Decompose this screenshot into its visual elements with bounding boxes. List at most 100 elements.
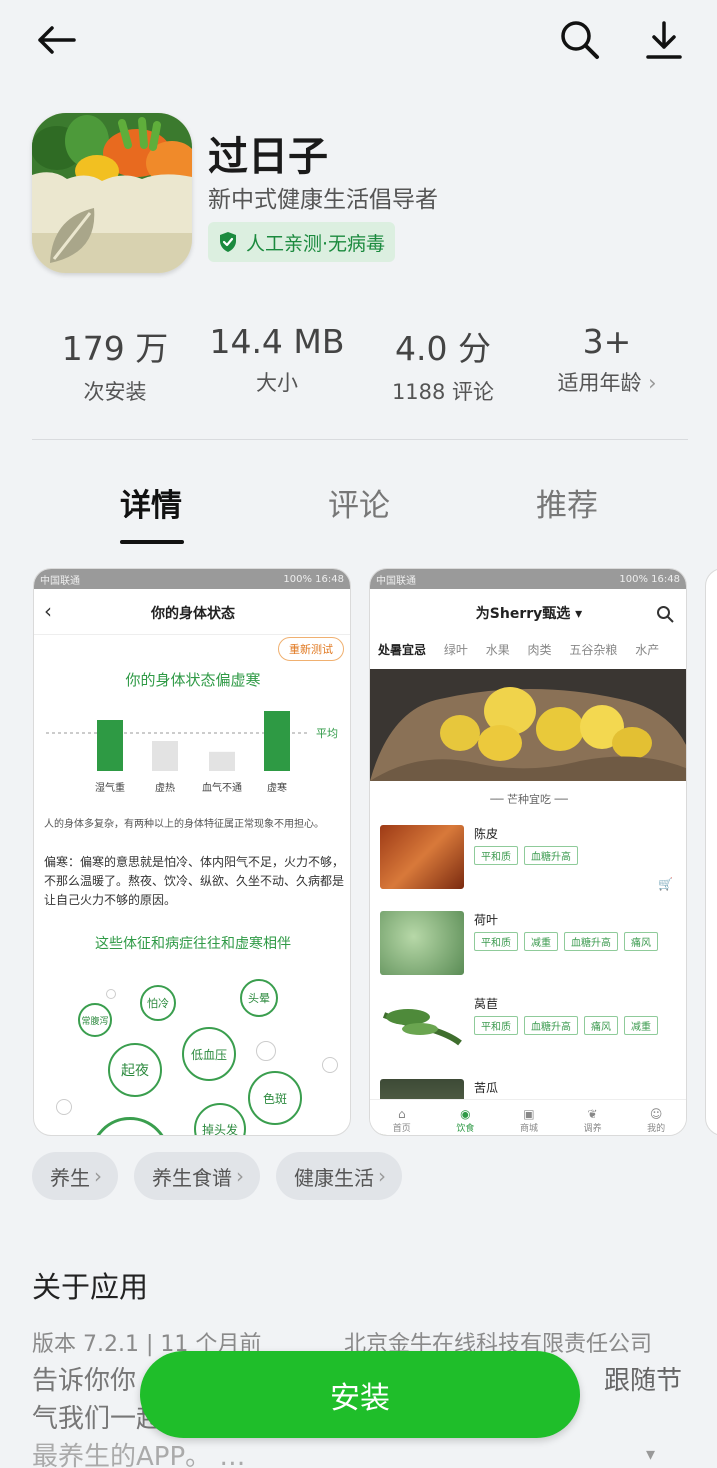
chevron-right-icon: › [641,371,657,395]
category-tab: 水果 [485,643,510,657]
user-icon: ☺ [649,1107,663,1121]
stat-value: 4.0 分 [395,329,491,368]
chevron-right-icon: › [236,1164,244,1188]
screenshot-3-peek[interactable] [705,568,717,1136]
stat-size: 14.4 MB 大小 [202,322,352,397]
stat-label: 适用年龄 › [557,371,657,395]
nav-home: ⌂ 首页 [392,1107,411,1134]
nav-care: ❦ 调养 [583,1107,602,1134]
food-name: 陈皮 [474,827,499,841]
download-icon[interactable] [636,12,692,68]
stat-age-rating[interactable]: 3+ 适用年龄 › [532,322,682,397]
stat-rating[interactable]: 4.0 分 1188 评论 [368,322,518,406]
symptom-bubble: 低血压 [182,1027,236,1081]
category-tab: 五谷杂粮 [569,643,618,657]
decor-circle [256,1041,276,1061]
food-name: 荷叶 [474,913,499,927]
home-icon: ⌂ [397,1107,406,1121]
category-tab: 绿叶 [443,643,468,657]
food-tags: 平和质 减重 血糖升高 痛风 [474,931,664,951]
stat-label: 大小 [256,371,298,395]
decor-circle [322,1057,338,1073]
app-subtitle: 新中式健康生活倡导者 [208,187,438,213]
chevron-right-icon: › [94,1164,102,1188]
install-button[interactable]: 安装 [140,1351,580,1438]
screenshot-2[interactable]: 中国联通 100% 16:48 为Sherry甄选 ▾ 处暑宜忌 绿叶 水果 肉类… [369,568,687,1136]
symptom-bubble: 常腹泻 [78,1003,112,1037]
food-tags: 平和质 血糖升高 [474,845,584,865]
cart-icon: 🛒 [658,877,673,891]
chart-bar [152,741,178,771]
status-bar: 中国联通 100% 16:48 [34,569,350,589]
food-name: 苦瓜 [474,1081,499,1095]
tag-chip[interactable]: 健康生活 › [276,1152,402,1200]
nav-me: ☺ 我的 [647,1107,666,1134]
tag-chip[interactable]: 养生食谱 › [134,1152,260,1200]
stat-value: 179 万 [61,329,169,368]
about-heading: 关于应用 [32,1270,149,1304]
active-tab-indicator [120,540,184,544]
stat-installs: 179 万 次安装 [40,322,190,406]
decor-circle [56,1099,72,1115]
symptom-bubble: 头晕 [240,979,278,1017]
chevron-right-icon: › [378,1164,386,1188]
chart-bar-label: 虚热 [155,781,175,794]
tab-reviews[interactable]: 评论 [328,480,390,525]
food-item: 陈皮 平和质 血糖升高 🛒 [380,825,678,895]
symptom-bubble: 色斑 [248,1071,302,1125]
tag-chip[interactable]: 养生 › [32,1152,118,1200]
body-state-chart: 平均湿气重 虚热 血气不通 虚寒 [46,711,338,794]
state-heading: 你的身体状态偏虚寒 [125,671,261,689]
app-title: 过日子 [208,134,328,180]
chart-bar-label: 湿气重 [95,781,125,794]
food-image [380,995,464,1059]
shield-check-icon [220,232,236,252]
stat-label: 1188 评论 [391,380,495,404]
symptom-bubble: 怕冷 [140,985,176,1021]
nav-shop: ▣ 商城 [519,1107,538,1134]
tab-recommend[interactable]: 推荐 [536,480,598,525]
expand-chevron-icon[interactable]: ▾ [646,1444,655,1465]
chart-bar-label: 虚寒 [267,781,287,794]
note-text: 人的身体多复杂，有两种以上的身体特征属正常现象不用担心。 [44,819,324,830]
divider [32,439,688,440]
screenshot-1[interactable]: 中国联通 100% 16:48 ‹ 你的身体状态 重新测试 你的身体状态偏虚寒 平… [33,568,351,1136]
food-image [380,825,464,889]
safety-badge: 人工亲测·无病毒 [208,222,396,262]
category-tab: 处暑宜忌 [378,643,427,658]
category-tab: 水产 [635,643,660,657]
search-icon[interactable] [552,12,608,68]
pears-banner-image [370,669,686,781]
category-tabs: 处暑宜忌 绿叶 水果 肉类 五谷杂粮 水产 [378,641,678,658]
retest-button: 重新测试 [278,637,344,661]
safety-badge-label: 人工亲测·无病毒 [246,232,386,255]
chart-bar [209,751,235,771]
app-logo-icon [32,113,192,273]
food-tags: 平和质 血糖升高 痛风 减重 [474,1015,664,1035]
screen-title: 为Sherry甄选 ▾ [475,606,583,622]
decor-circle [90,1117,170,1135]
back-arrow-icon[interactable] [28,12,84,68]
tab-details[interactable]: 详情 [120,480,182,525]
nav-diet: ◉ 饮食 [456,1107,475,1134]
category-tab: 肉类 [527,643,552,657]
stat-label: 次安装 [83,380,147,404]
search-icon [657,606,674,623]
chart-bar [264,711,290,771]
bowl-icon: ◉ [460,1107,471,1121]
section-title: ── 芒种宜吃 ── [490,793,568,806]
symptoms-heading: 这些体征和病症往往和虚寒相伴 [95,936,291,952]
chart-bar [97,720,123,771]
bottom-nav: ⌂ 首页 ◉ 饮食 ▣ 商城 ❦ 调养 ☺ 我的 [370,1099,686,1135]
chart-bar-label: 血气不通 [202,781,242,794]
shop-icon: ▣ [523,1107,535,1121]
food-name: 莴苣 [474,997,499,1011]
food-item: 莴苣 平和质 血糖升高 痛风 减重 [380,995,678,1065]
app-detail-page: 过日子 新中式健康生活倡导者 人工亲测·无病毒 179 万 次安装 14.4 M… [0,0,717,1468]
symptom-bubble: 掉头发 [194,1103,246,1135]
leaf-icon: ❦ [587,1107,598,1121]
top-bar [0,0,717,90]
screen-header: 为Sherry甄选 ▾ [370,589,686,629]
stat-value: 3+ [582,322,632,361]
food-image [380,911,464,975]
